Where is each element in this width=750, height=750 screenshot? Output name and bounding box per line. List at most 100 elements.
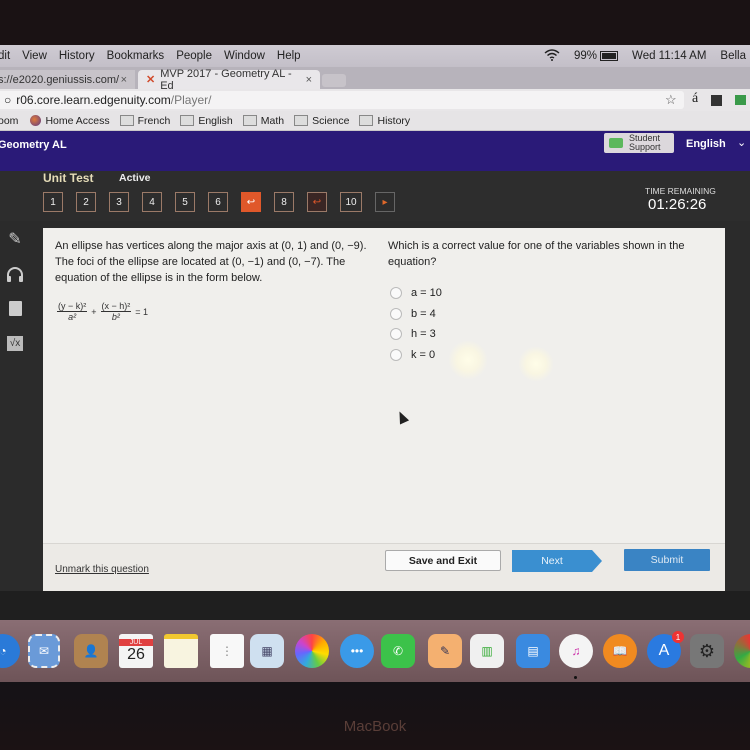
answer-option-b[interactable]: b = 4 [390,304,442,325]
next-button[interactable]: Next [512,550,602,572]
question-button-2[interactable]: 2 [76,192,96,212]
answer-option-a[interactable]: a = 10 [390,283,442,304]
eq-plus: + [91,306,97,317]
calendar-icon[interactable]: JUL 26 [119,634,153,668]
bookmark-math[interactable]: Math [242,115,284,127]
menu-bookmarks[interactable]: Bookmarks [107,50,165,62]
answer-option-k[interactable]: k = 0 [390,345,442,366]
bookmark-label: History [377,114,411,127]
contacts-icon[interactable]: 👤 [74,634,108,668]
chevron-down-icon[interactable]: ⌄ [737,136,746,149]
user-name[interactable]: Bella [720,50,746,62]
battery-percent: 99% [574,50,598,62]
tab-title: MVP 2017 - Geometry AL - Ed [160,67,292,92]
ibooks-icon[interactable]: 📖 [603,634,637,668]
question-button-8[interactable]: 8 [274,192,294,212]
test-title: Unit Test [43,171,94,185]
course-title: Geometry AL [0,139,67,151]
unmark-question-link[interactable]: Unmark this question [55,564,149,575]
info-icon[interactable]: ○ [4,93,11,107]
numbers-icon[interactable]: ▥ [470,634,504,668]
question-prompt: Which is a correct value for one of the … [388,240,685,268]
question-button-9-marked[interactable]: ↩ [307,192,327,212]
bookmark-zoom[interactable]: oom [0,115,18,127]
menu-help[interactable]: Help [277,50,301,62]
answer-option-h[interactable]: h = 3 [390,324,442,345]
itunes-icon[interactable]: ♫ [559,634,593,668]
app-store-icon[interactable]: A1 [647,631,684,668]
bookmark-french[interactable]: French [119,115,170,127]
clock[interactable]: Wed 11:14 AM [632,50,706,62]
menu-window[interactable]: Window [224,50,265,62]
eq-numerator-1: (y − k)² [57,301,88,312]
question-button-6[interactable]: 6 [208,192,228,212]
tab-title: s://e2020.geniussis.com/ [0,73,120,86]
browser-tab-bar: s://e2020.geniussis.com/ × ✕ MVP 2017 - … [0,67,750,92]
radio-button[interactable] [390,328,402,341]
folder-icon [119,115,134,126]
calculator-icon[interactable] [0,291,30,326]
bookmarks-bar: oom Home Access French English Math Scie… [0,111,750,131]
radio-button[interactable] [390,287,402,300]
pages-icon[interactable]: ✎ [428,634,462,668]
radio-button[interactable] [390,348,402,361]
eq-denominator-1: a² [68,312,77,322]
square-root-icon[interactable]: √x [0,326,30,361]
new-tab-button[interactable] [322,74,346,87]
question-button-7-current-marked[interactable]: ↩ [241,192,261,212]
mac-dock: ◔ ✉ 👤 JUL 26 ⋮ ▦ ••• ✆ ✎ ▥ ▤ ♫ 📖 A1 ⚙ [0,620,750,682]
extension-film-icon[interactable] [711,95,722,106]
bookmark-history[interactable]: History [359,115,410,127]
radio-button[interactable] [390,307,402,320]
chrome-icon[interactable] [734,634,750,668]
language-select[interactable]: English [686,138,726,150]
question-button-4[interactable]: 4 [142,192,162,212]
menu-view[interactable]: View [22,50,47,62]
screen-glare [518,346,554,382]
save-and-exit-button[interactable]: Save and Exit [385,550,501,571]
headphones-icon[interactable] [0,256,30,291]
preview-icon[interactable]: ▦ [250,634,284,668]
pencil-icon[interactable]: ✎ [0,221,30,256]
question-panel: An ellipse has vertices along the major … [43,228,725,543]
folder-icon [294,115,309,126]
menu-history[interactable]: History [59,50,95,62]
tab-geniussis[interactable]: s://e2020.geniussis.com/ × [0,70,135,89]
student-support-button[interactable]: Student Support [604,133,674,153]
question-button-10[interactable]: 10 [340,192,362,212]
facetime-icon[interactable]: ✆ [381,634,415,668]
next-page-arrow-icon[interactable]: ▸ [375,192,395,212]
support-label-2: Support [629,142,661,152]
system-preferences-icon[interactable]: ⚙ [690,634,724,668]
bookmark-star-icon[interactable]: ☆ [665,92,677,108]
photos-icon[interactable] [295,634,329,668]
bookmark-science[interactable]: Science [294,115,349,127]
extension-accent-icon[interactable]: á [692,91,698,107]
reminders-icon[interactable]: ⋮ [210,634,244,668]
menu-edit[interactable]: dit [0,50,10,62]
wifi-icon[interactable] [544,48,560,64]
notes-icon[interactable] [164,634,198,668]
answer-options: a = 10 b = 4 h = 3 k = 0 [390,283,442,365]
bookmark-home-access[interactable]: Home Access [30,115,110,127]
menu-people[interactable]: People [176,50,212,62]
test-status: Active [119,172,151,184]
question-button-5[interactable]: 5 [175,192,195,212]
url-host: r06.core.learn.edgenuity.com [16,93,171,107]
keynote-icon[interactable]: ▤ [516,634,550,668]
question-button-1[interactable]: 1 [43,192,63,212]
url-input[interactable]: ○ r06.core.learn.edgenuity.com/Player/ [0,91,684,109]
messages-icon[interactable]: ••• [340,634,374,668]
extension-classroom-icon[interactable] [735,95,746,105]
bookmark-english[interactable]: English [180,115,233,127]
edgenuity-favicon-icon: ✕ [146,74,156,86]
close-tab-icon[interactable]: × [306,74,312,86]
question-button-3[interactable]: 3 [109,192,129,212]
safari-icon[interactable]: ◔ [0,634,20,668]
mail-icon[interactable]: ✉ [28,634,60,668]
submit-button[interactable]: Submit [624,549,710,571]
close-tab-icon[interactable]: × [121,74,127,86]
tab-edgenuity[interactable]: ✕ MVP 2017 - Geometry AL - Ed × [138,67,320,92]
battery-status[interactable]: 99% [574,50,619,62]
folder-icon [242,115,257,126]
